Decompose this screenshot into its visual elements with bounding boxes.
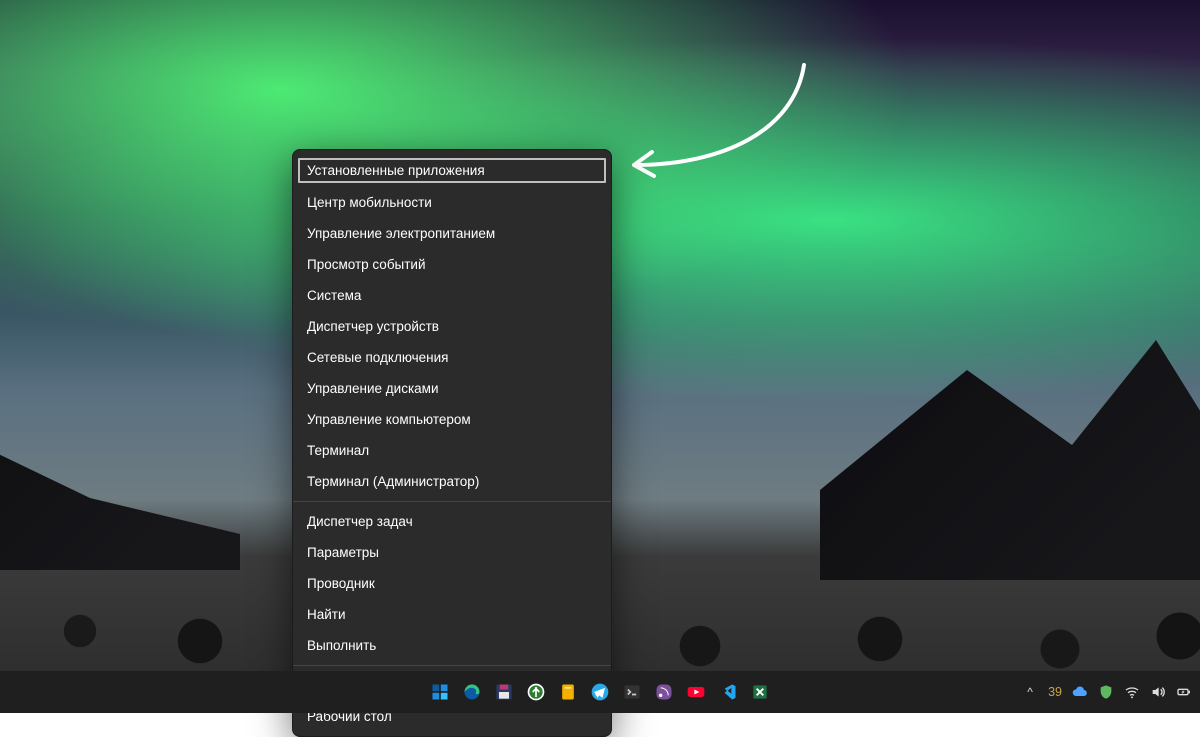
menu-item-label: Просмотр событий	[307, 256, 426, 273]
wifi-icon[interactable]	[1124, 684, 1140, 700]
menu-item-label: Центр мобильности	[307, 194, 432, 211]
menu-item-label: Управление компьютером	[307, 411, 471, 428]
menu-item-13[interactable]: Параметры	[293, 537, 611, 568]
menu-separator	[293, 501, 611, 502]
green-app-icon[interactable]	[523, 679, 549, 705]
menu-item-label: Диспетчер задач	[307, 513, 413, 530]
menu-separator	[293, 665, 611, 666]
menu-item-label: Управление электропитанием	[307, 225, 495, 242]
taskbar: ^ 39	[0, 671, 1200, 713]
tray-overflow-chevron[interactable]: ^	[1022, 684, 1038, 700]
vscode-icon[interactable]	[715, 679, 741, 705]
weather-icon[interactable]	[1072, 684, 1088, 700]
menu-item-1[interactable]: Центр мобильности	[293, 187, 611, 218]
volume-icon[interactable]	[1150, 684, 1166, 700]
terminal-icon[interactable]	[619, 679, 645, 705]
menu-item-label: Сетевые подключения	[307, 349, 449, 366]
menu-item-label: Установленные приложения	[307, 162, 485, 179]
menu-item-7[interactable]: Управление дисками	[293, 373, 611, 404]
winx-context-menu: Установленные приложения Центр мобильност…	[292, 149, 612, 737]
viber-icon[interactable]	[651, 679, 677, 705]
menu-item-label: Терминал	[307, 442, 369, 459]
yellow-app-icon[interactable]	[555, 679, 581, 705]
power-icon[interactable]	[1176, 684, 1192, 700]
menu-item-label: Найти	[307, 606, 346, 623]
menu-item-2[interactable]: Управление электропитанием	[293, 218, 611, 249]
menu-item-label: Система	[307, 287, 361, 304]
menu-item-label: Терминал (Администратор)	[307, 473, 479, 490]
menu-item-8[interactable]: Управление компьютером	[293, 404, 611, 435]
edge-icon[interactable]	[459, 679, 485, 705]
menu-item-0[interactable]: Установленные приложения	[296, 156, 608, 185]
menu-item-9[interactable]: Терминал	[293, 435, 611, 466]
menu-item-label: Параметры	[307, 544, 379, 561]
youtube-icon[interactable]	[683, 679, 709, 705]
menu-item-14[interactable]: Проводник	[293, 568, 611, 599]
menu-item-12[interactable]: Диспетчер задач	[293, 506, 611, 537]
system-tray: ^ 39	[1022, 684, 1192, 700]
start-icon[interactable]	[427, 679, 453, 705]
menu-item-5[interactable]: Диспетчер устройств	[293, 311, 611, 342]
menu-item-10[interactable]: Терминал (Администратор)	[293, 466, 611, 497]
taskbar-center	[427, 679, 773, 705]
excel-icon[interactable]	[747, 679, 773, 705]
menu-item-label: Выполнить	[307, 637, 376, 654]
menu-item-label: Диспетчер устройств	[307, 318, 439, 335]
menu-item-4[interactable]: Система	[293, 280, 611, 311]
menu-item-label: Проводник	[307, 575, 375, 592]
menu-item-3[interactable]: Просмотр событий	[293, 249, 611, 280]
telegram-icon[interactable]	[587, 679, 613, 705]
menu-item-label: Управление дисками	[307, 380, 439, 397]
menu-item-16[interactable]: Выполнить	[293, 630, 611, 661]
menu-item-15[interactable]: Найти	[293, 599, 611, 630]
menu-item-6[interactable]: Сетевые подключения	[293, 342, 611, 373]
tray-temperature[interactable]: 39	[1048, 685, 1062, 699]
floppy-icon[interactable]	[491, 679, 517, 705]
security-icon[interactable]	[1098, 684, 1114, 700]
